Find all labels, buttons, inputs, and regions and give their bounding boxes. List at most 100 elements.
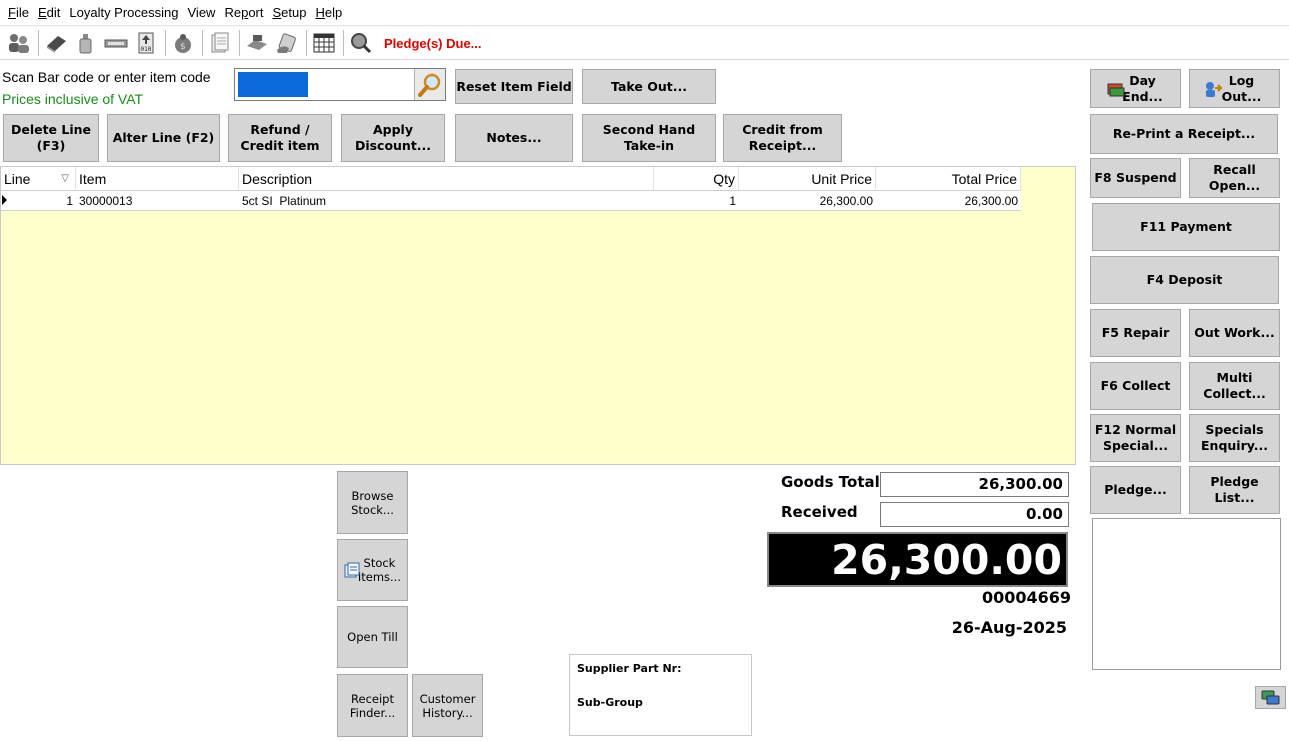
take-out-button[interactable]: Take Out... bbox=[582, 69, 716, 104]
barcode-upload-icon[interactable]: 010 bbox=[133, 30, 159, 56]
customer-info-panel bbox=[1092, 518, 1281, 670]
hand-card-icon[interactable] bbox=[274, 30, 300, 56]
magnifier-globe-icon[interactable] bbox=[348, 30, 374, 56]
menu-loyalty-processing[interactable]: Loyalty Processing bbox=[69, 5, 178, 20]
multi-collect-button[interactable]: Multi Collect... bbox=[1189, 362, 1280, 410]
toolbar-separator bbox=[306, 30, 307, 56]
stock-items-button[interactable]: Stock Items... bbox=[337, 539, 408, 601]
menu-setup[interactable]: Setup bbox=[272, 5, 306, 20]
cell-item: 30000013 bbox=[79, 194, 133, 208]
reset-item-field-button[interactable]: Reset Item Field bbox=[455, 69, 573, 104]
supplier-info-panel: Supplier Part Nr: Sub-Group bbox=[569, 654, 752, 736]
tag-icon[interactable] bbox=[103, 30, 129, 56]
cell-total-price: 26,300.00 bbox=[964, 194, 1018, 208]
toolbar-separator bbox=[38, 30, 39, 56]
log-out-icon bbox=[1203, 80, 1223, 102]
credit-from-receipt-button[interactable]: Credit from Receipt... bbox=[723, 114, 842, 162]
pledge-list-button[interactable]: Pledge List... bbox=[1189, 466, 1280, 514]
recall-open-button[interactable]: Recall Open... bbox=[1189, 158, 1280, 198]
stock-items-icon bbox=[344, 562, 360, 581]
alter-line-button[interactable]: Alter Line (F2) bbox=[107, 114, 220, 162]
pledge-list-label: Pledge List... bbox=[1210, 474, 1259, 505]
day-end-label: Day End... bbox=[1122, 72, 1163, 104]
suspend-button[interactable]: F8 Suspend bbox=[1090, 158, 1181, 198]
out-work-button[interactable]: Out Work... bbox=[1189, 309, 1280, 357]
search-icon[interactable] bbox=[414, 69, 445, 100]
credit-from-receipt-label: Credit from Receipt... bbox=[742, 122, 823, 153]
normal-special-button[interactable]: F12 Normal Special... bbox=[1090, 414, 1181, 462]
deposit-button[interactable]: F4 Deposit bbox=[1090, 256, 1279, 304]
goods-total-value: 26,300.00 bbox=[880, 472, 1069, 497]
bottle-icon[interactable] bbox=[73, 30, 99, 56]
alter-line-label: Alter Line (F2) bbox=[112, 130, 215, 145]
open-till-label: Open Till bbox=[347, 630, 398, 644]
second-hand-label: Second Hand Take-in bbox=[602, 122, 696, 153]
sort-arrow-icon: ▽ bbox=[61, 173, 69, 184]
collect-button[interactable]: F6 Collect bbox=[1090, 362, 1181, 410]
reprint-receipt-button[interactable]: Re-Print a Receipt... bbox=[1090, 114, 1278, 154]
toolbar-separator bbox=[239, 30, 240, 56]
normal-special-label: F12 Normal Special... bbox=[1094, 422, 1177, 453]
menu-help[interactable]: Help bbox=[315, 5, 342, 20]
customers-icon[interactable] bbox=[6, 30, 32, 56]
documents-icon[interactable] bbox=[207, 30, 233, 56]
recall-open-label: Recall Open... bbox=[1208, 162, 1261, 193]
sub-group-label: Sub-Group bbox=[577, 696, 643, 709]
payment-button[interactable]: F11 Payment bbox=[1092, 203, 1280, 251]
specials-enquiry-button[interactable]: Specials Enquiry... bbox=[1189, 414, 1280, 462]
second-hand-take-in-button[interactable]: Second Hand Take-in bbox=[582, 114, 716, 162]
apply-discount-button[interactable]: Apply Discount... bbox=[341, 114, 445, 162]
day-end-icon bbox=[1106, 80, 1126, 102]
open-till-button[interactable]: Open Till bbox=[337, 606, 408, 668]
receipt-number: 00004669 bbox=[981, 588, 1071, 607]
scan-input[interactable] bbox=[238, 72, 308, 97]
ledger-icon[interactable] bbox=[43, 30, 69, 56]
log-out-button[interactable]: Log Out... bbox=[1189, 69, 1280, 108]
toolbar-separator bbox=[165, 30, 166, 56]
menu-edit[interactable]: Edit bbox=[38, 5, 60, 20]
column-header-qty[interactable]: Qty bbox=[654, 167, 739, 191]
grand-total-display: 26,300.00 bbox=[767, 532, 1068, 587]
column-header-unit-price[interactable]: Unit Price bbox=[739, 167, 876, 191]
cell-qty: 1 bbox=[729, 194, 736, 208]
column-header-total-price[interactable]: Total Price bbox=[876, 167, 1021, 191]
supplier-part-label: Supplier Part Nr: bbox=[577, 662, 682, 675]
cell-line: 1 bbox=[66, 194, 73, 208]
menu-bar: File Edit Loyalty Processing View Report… bbox=[0, 0, 1289, 26]
browse-stock-label: Browse Stock... bbox=[351, 488, 394, 517]
svg-text:$: $ bbox=[180, 42, 186, 52]
refund-credit-button[interactable]: Refund / Credit item bbox=[228, 114, 332, 162]
column-header-line[interactable]: Line ▽ bbox=[1, 167, 76, 191]
delete-line-button[interactable]: Delete Line (F3) bbox=[3, 114, 99, 162]
log-out-label: Log Out... bbox=[1221, 72, 1262, 104]
menu-report[interactable]: Report bbox=[224, 5, 263, 20]
day-end-button[interactable]: Day End... bbox=[1090, 69, 1181, 108]
cash-register-icon[interactable] bbox=[244, 30, 270, 56]
money-bag-icon[interactable]: $ bbox=[170, 30, 196, 56]
transaction-date: 26-Aug-2025 bbox=[951, 618, 1067, 637]
menu-file[interactable]: File bbox=[8, 5, 29, 20]
pledges-due-link[interactable]: Pledge(s) Due... bbox=[384, 36, 482, 51]
scan-field bbox=[234, 68, 446, 101]
notes-button[interactable]: Notes... bbox=[455, 114, 573, 162]
goods-total-label: Goods Total bbox=[781, 473, 880, 491]
multi-collect-label: Multi Collect... bbox=[1203, 370, 1266, 401]
calendar-icon[interactable] bbox=[311, 30, 337, 56]
receipt-finder-label: Receipt Finder... bbox=[349, 691, 396, 720]
column-header-description[interactable]: Description bbox=[239, 167, 654, 191]
pledge-button[interactable]: Pledge... bbox=[1090, 466, 1181, 514]
table-row[interactable]: 1 30000013 5ct SI Platinum 1 26,300.00 2… bbox=[1, 191, 1021, 211]
sale-lines-grid[interactable]: Line ▽ Item Description Qty Unit Price To… bbox=[0, 166, 1076, 465]
customer-history-button[interactable]: Customer History... bbox=[412, 674, 483, 737]
stock-items-label: Stock Items... bbox=[357, 556, 401, 584]
receipt-finder-button[interactable]: Receipt Finder... bbox=[337, 674, 408, 737]
delete-line-label: Delete Line (F3) bbox=[10, 122, 92, 153]
refund-credit-label: Refund / Credit item bbox=[240, 122, 320, 153]
apply-discount-label: Apply Discount... bbox=[354, 122, 432, 153]
repair-button[interactable]: F5 Repair bbox=[1090, 309, 1181, 357]
menu-view[interactable]: View bbox=[188, 5, 216, 20]
chat-icon[interactable] bbox=[1255, 686, 1286, 709]
column-header-item[interactable]: Item bbox=[76, 167, 239, 191]
browse-stock-button[interactable]: Browse Stock... bbox=[337, 471, 408, 534]
cell-description: 5ct SI Platinum bbox=[242, 194, 327, 208]
